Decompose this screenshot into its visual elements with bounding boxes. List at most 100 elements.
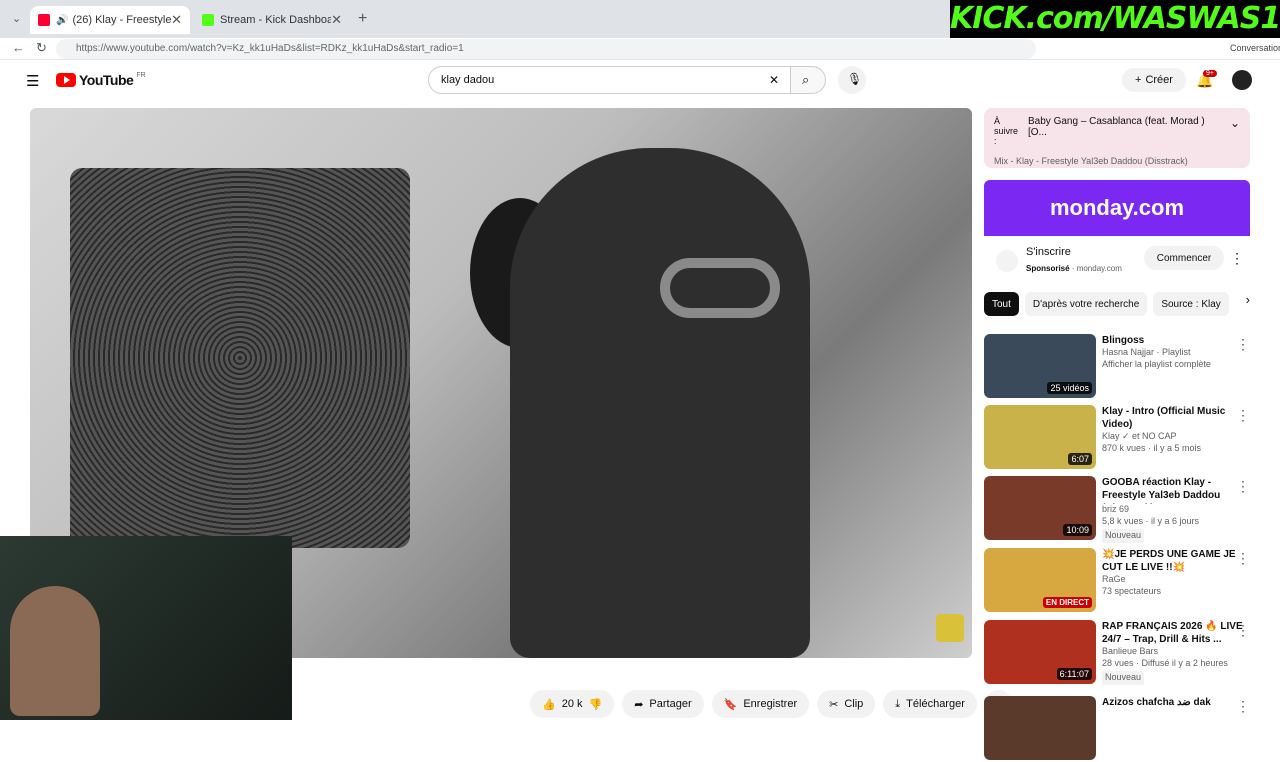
list-item[interactable]: EN DIRECT 💥JE PERDS UNE GAME JE CUT LE LI… xyxy=(984,548,1254,614)
video-meta: Klay - Intro (Official Music Video) Klay … xyxy=(1102,405,1248,471)
tab-list-icon[interactable]: ⌄ xyxy=(12,12,21,25)
duration-badge: 25 vidéos xyxy=(1047,382,1092,394)
video-thumbnail[interactable]: EN DIRECT xyxy=(984,548,1096,612)
channel-watermark-icon[interactable] xyxy=(936,614,964,642)
like-button[interactable]: 👍 20 k 👎 xyxy=(530,690,615,718)
url-input[interactable]: https://www.youtube.com/watch?v=Kz_kk1uH… xyxy=(56,39,1036,59)
more-icon[interactable]: ⋮ xyxy=(1236,407,1250,424)
video-title[interactable]: 💥JE PERDS UNE GAME JE CUT LE LIVE !!💥 xyxy=(1102,548,1248,574)
duration-badge: 6:07 xyxy=(1068,453,1092,465)
scissors-icon: ✂ xyxy=(829,698,839,711)
clip-button[interactable]: ✂ Clip xyxy=(817,690,876,718)
bookmark-icon: 🔖 xyxy=(723,698,738,711)
search-icon: ⌕ xyxy=(802,72,810,87)
up-next-title: Baby Gang – Casablanca (feat. Morad ) [O… xyxy=(1028,116,1205,138)
sponsored-ad[interactable]: monday.com S'inscrire Sponsorisé · monda… xyxy=(984,180,1250,280)
share-button[interactable]: ➦ Partager xyxy=(622,690,704,718)
channel-name[interactable]: briz 69 xyxy=(1102,504,1248,516)
download-button[interactable]: ⤓ Télécharger xyxy=(883,690,977,718)
chevron-down-icon[interactable]: ⌄ xyxy=(1230,116,1240,130)
share-label: Partager xyxy=(649,698,692,710)
video-meta: Azizos chafcha ضد dak xyxy=(1102,696,1248,762)
tab-title: (26) Klay - Freestyle Yal3eb D xyxy=(72,14,172,26)
monday-logo-icon xyxy=(996,250,1018,272)
notification-badge: 9+ xyxy=(1203,70,1217,77)
ad-title: S'inscrire xyxy=(1026,246,1071,258)
more-icon[interactable]: ⋮ xyxy=(1230,250,1244,267)
thumbs-down-icon[interactable]: 👎 xyxy=(589,698,603,711)
video-title[interactable]: RAP FRANÇAIS 2026 🔥 LIVE 24/7 – Trap, Dr… xyxy=(1102,620,1248,646)
channel-name[interactable]: Banlieue Bars xyxy=(1102,646,1248,658)
list-item[interactable]: 6:11:07 RAP FRANÇAIS 2026 🔥 LIVE 24/7 – T… xyxy=(984,620,1254,686)
more-icon[interactable]: ⋮ xyxy=(1236,622,1250,639)
video-thumbnail[interactable]: 6:11:07 xyxy=(984,620,1096,684)
chip-related[interactable]: D'après votre recherche xyxy=(1024,292,1148,316)
video-title[interactable]: Azizos chafcha ضد dak xyxy=(1102,696,1248,709)
video-thumbnail[interactable]: 10:09 xyxy=(984,476,1096,540)
new-badge: Nouveau xyxy=(1102,671,1145,686)
chevron-right-icon[interactable]: › xyxy=(1246,292,1250,316)
filter-chips: Tout D'après votre recherche Source : Kl… xyxy=(984,292,1250,316)
video-thumbnail[interactable]: 25 vidéos xyxy=(984,334,1096,398)
chip-source[interactable]: Source : Klay xyxy=(1153,292,1229,316)
reload-icon[interactable]: ↻ xyxy=(36,40,47,56)
clear-search-icon[interactable]: ✕ xyxy=(769,73,779,87)
more-icon[interactable]: ⋮ xyxy=(1236,336,1250,353)
youtube-favicon-icon xyxy=(38,14,50,26)
conversation-label[interactable]: Conversation xyxy=(1230,43,1280,53)
avatar[interactable] xyxy=(1232,70,1252,90)
tab-youtube[interactable]: 🔊 (26) Klay - Freestyle Yal3eb D ✕ xyxy=(30,6,190,34)
close-tab-icon[interactable]: ✕ xyxy=(331,12,342,28)
ad-cta-button[interactable]: Commencer xyxy=(1144,246,1224,270)
video-meta: Blingoss Hasna Najjar · Playlist Afficher … xyxy=(1102,334,1248,400)
sponsor-label: Sponsorisé xyxy=(1026,264,1070,273)
list-item[interactable]: 6:07 Klay - Intro (Official Music Video) K… xyxy=(984,405,1254,471)
close-tab-icon[interactable]: ✕ xyxy=(171,12,182,28)
save-button[interactable]: 🔖 Enregistrer xyxy=(711,690,810,718)
duration-badge: 6:11:07 xyxy=(1056,668,1092,680)
video-info: 28 vues · Diffusé il y a 2 heures xyxy=(1102,657,1228,668)
video-title[interactable]: Klay - Intro (Official Music Video) xyxy=(1102,405,1248,431)
kick-overlay: KICK.com/WASWAS1 xyxy=(950,0,1280,38)
up-next-card[interactable]: À suivre : Baby Gang – Casablanca (feat.… xyxy=(984,108,1250,168)
create-label: Créer xyxy=(1145,74,1173,86)
video-title[interactable]: GOOBA réaction Klay - Freestyle Yal3eb D… xyxy=(1102,476,1248,504)
channel-name[interactable]: RaGe xyxy=(1102,574,1248,586)
up-next-subtitle: Mix - Klay - Freestyle Yal3eb Daddou (Di… xyxy=(994,156,1188,166)
download-label: Télécharger xyxy=(906,698,965,710)
back-icon[interactable]: ← xyxy=(12,40,25,55)
create-button[interactable]: + Créer xyxy=(1122,68,1186,92)
more-icon[interactable]: ⋮ xyxy=(1236,478,1250,495)
video-info: Afficher la playlist complète xyxy=(1102,358,1211,369)
mic-shield xyxy=(70,168,410,548)
youtube-logo[interactable]: YouTube FR xyxy=(56,72,146,88)
play-logo-icon xyxy=(56,73,76,87)
plus-icon: + xyxy=(1135,74,1142,86)
search-input[interactable]: klay dadou ✕ xyxy=(428,66,792,94)
logo-text: YouTube xyxy=(79,72,134,88)
more-icon[interactable]: ⋮ xyxy=(1236,550,1250,567)
chip-all[interactable]: Tout xyxy=(984,292,1019,316)
region-label: FR xyxy=(136,72,146,79)
youtube-header: ☰ YouTube FR klay dadou ✕ ⌕ 🎙 + Créer 🔔 … xyxy=(0,60,1280,102)
search-button[interactable]: ⌕ xyxy=(790,66,826,94)
video-title[interactable]: Blingoss xyxy=(1102,334,1248,347)
tab-title: Stream - Kick Dashboard xyxy=(220,14,332,26)
download-icon: ⤓ xyxy=(895,697,901,710)
voice-search-button[interactable]: 🎙 xyxy=(838,66,866,94)
tab-kick[interactable]: Stream - Kick Dashboard ✕ xyxy=(194,6,350,34)
video-info: 5,8 k vues · il y a 6 jours xyxy=(1102,515,1200,526)
video-thumbnail[interactable]: 6:07 xyxy=(984,405,1096,469)
list-item[interactable]: 25 vidéos Blingoss Hasna Najjar · Playlist… xyxy=(984,334,1254,400)
more-icon[interactable]: ⋮ xyxy=(1236,698,1250,715)
like-count: 20 k xyxy=(561,698,583,710)
save-label: Enregistrer xyxy=(743,698,798,710)
channel-name[interactable]: Hasna Najjar · Playlist xyxy=(1102,347,1248,359)
new-tab-icon[interactable]: + xyxy=(358,10,367,28)
list-item[interactable]: Azizos chafcha ضد dak ⋮ xyxy=(984,696,1254,762)
video-thumbnail[interactable] xyxy=(984,696,1096,760)
menu-icon[interactable]: ☰ xyxy=(26,72,39,90)
ad-banner[interactable]: monday.com xyxy=(984,180,1250,236)
list-item[interactable]: 10:09 GOOBA réaction Klay - Freestyle Yal… xyxy=(984,476,1254,544)
channel-name[interactable]: Klay ✓ et NO CAP xyxy=(1102,431,1248,443)
